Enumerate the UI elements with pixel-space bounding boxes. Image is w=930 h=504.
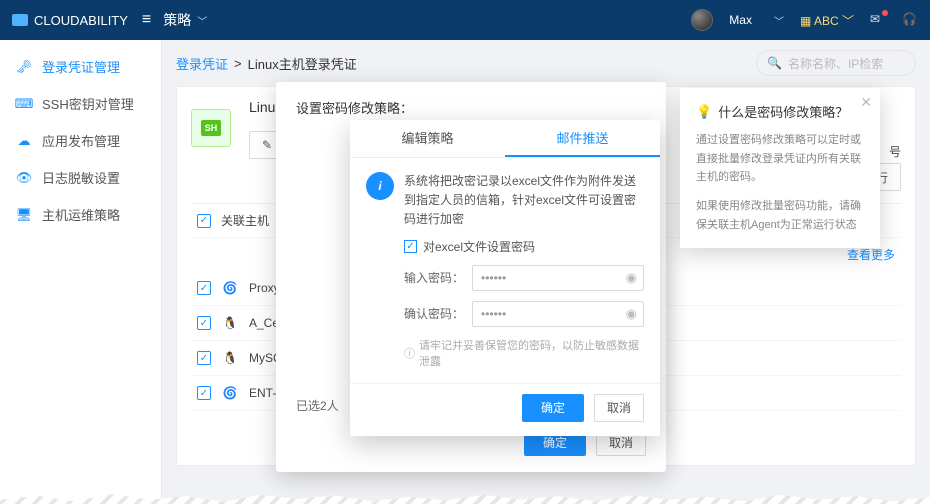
tooltip-p1: 通过设置密码修改策略可以定时或直接批量修改登录凭证内所有关联主机的密码。 (696, 131, 864, 187)
password-hint: ⓘ请牢记并妥善保管您的密码，以防止敏感数据泄露 (404, 337, 644, 369)
pw2-label: 确认密码： (404, 305, 464, 322)
pw-label: 输入密码： (404, 269, 464, 286)
info-text: 系统将把改密记录以excel文件作为附件发送到指定人员的信箱，针对excel文件… (404, 172, 644, 230)
confirm-password-field[interactable]: ••••••◉ (472, 301, 644, 327)
lightbulb-icon: 💡 (696, 104, 712, 120)
eye-icon[interactable]: ◉ (626, 306, 637, 322)
tooltip-title: 什么是密码修改策略？ (718, 102, 848, 121)
info-small-icon: ⓘ (404, 345, 415, 361)
checkbox-icon: ✓ (404, 240, 417, 253)
help-tooltip: ✕ 💡 什么是密码修改策略？ 通过设置密码修改策略可以定时或直接批量修改登录凭证内… (680, 88, 880, 248)
close-icon[interactable]: ✕ (860, 94, 872, 111)
tooltip-p2: 如果使用修改批量密码功能，请确保关联主机Agent为正常运行状态 (696, 197, 864, 234)
info-icon: i (366, 172, 394, 200)
mail-push-modal: 编辑策略 邮件推送 i 系统将把改密记录以excel文件作为附件发送到指定人员的… (350, 120, 660, 436)
tab-mail-push[interactable]: 邮件推送 (505, 120, 660, 157)
confirm-button[interactable]: 确定 (522, 394, 584, 422)
tab-edit-policy[interactable]: 编辑策略 (350, 120, 505, 157)
encrypt-excel-checkbox[interactable]: ✓ 对excel文件设置密码 (404, 238, 644, 255)
cancel-button[interactable]: 取消 (594, 394, 644, 422)
modal-overlay: 设置密码修改策略： 已选2人 对改密记录进行加密：未设置 确定 取消 编辑策略 … (0, 0, 930, 504)
selected-count: 已选2人 (296, 397, 339, 414)
password-field[interactable]: ••••••◉ (472, 265, 644, 291)
modal-title: 设置密码修改策略： (296, 98, 646, 117)
eye-icon[interactable]: ◉ (626, 270, 637, 286)
